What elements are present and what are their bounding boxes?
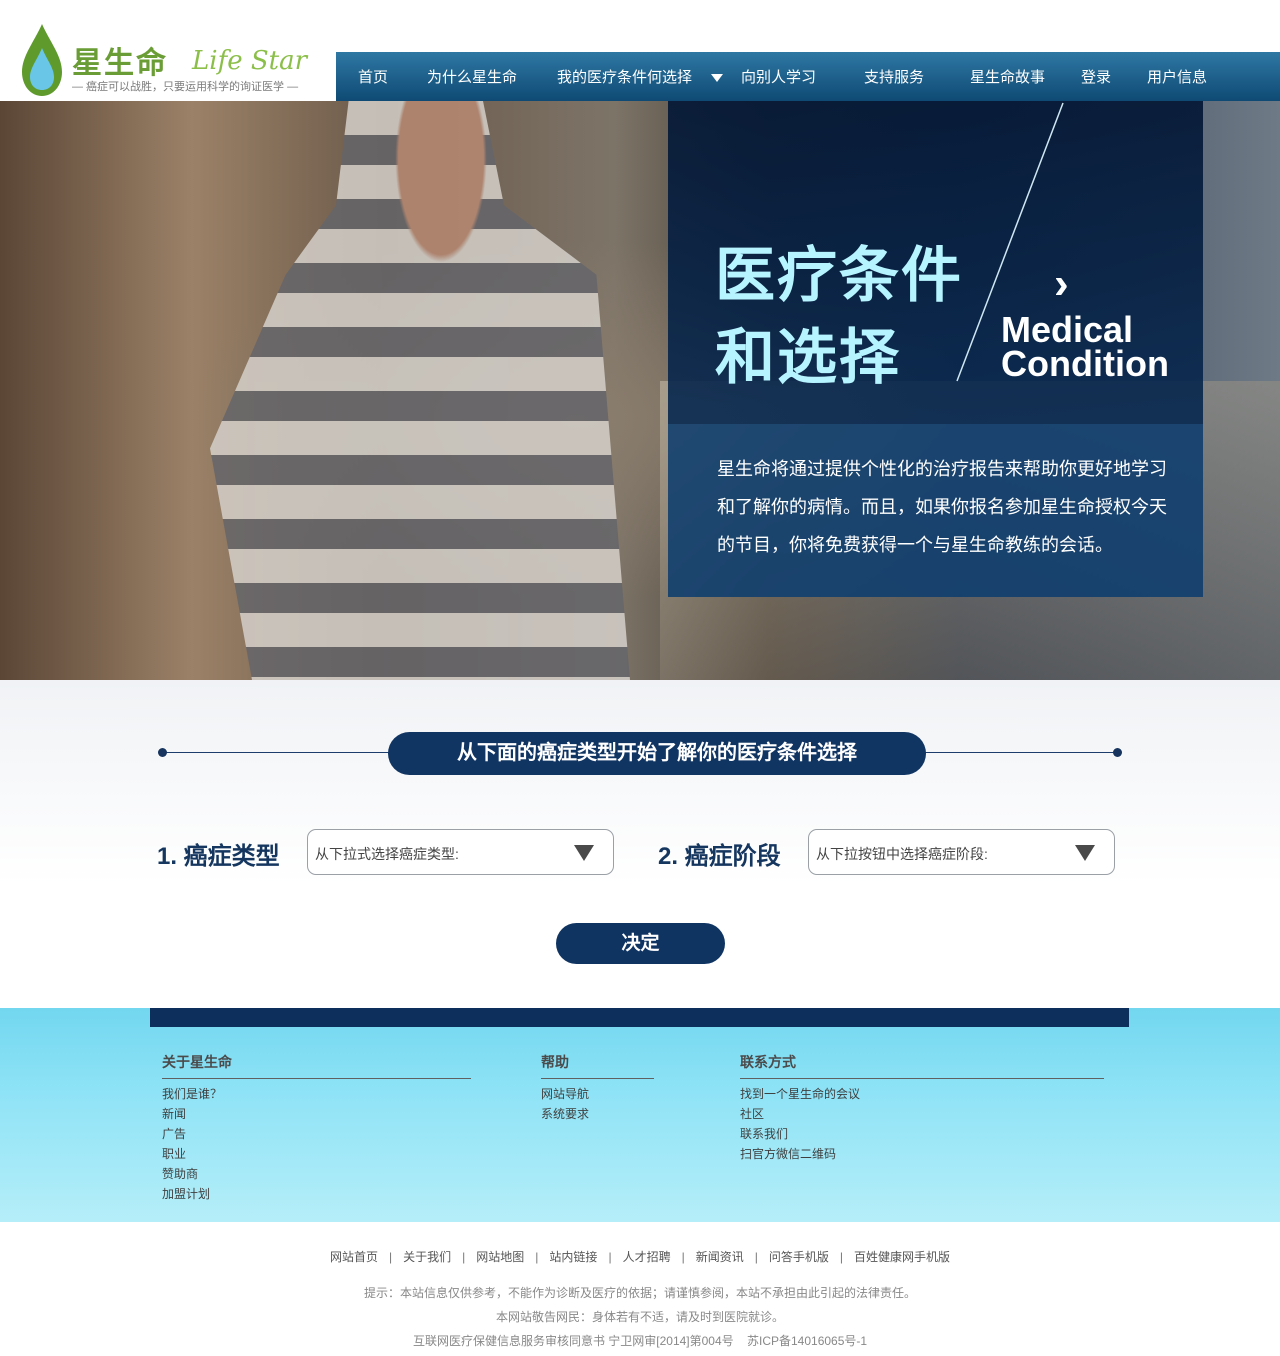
nav-item-stories[interactable]: 星生命故事 <box>970 52 1045 101</box>
footer-link-community[interactable]: 社区 <box>740 1104 1104 1124</box>
footer-link-franchise[interactable]: 加盟计划 <box>162 1184 471 1204</box>
logo-tagline: — 癌症可以战胜，只要运用科学的询证医学 — <box>72 81 299 93</box>
link-separator: | <box>462 1250 466 1264</box>
nav-item-support[interactable]: 支持服务 <box>864 52 924 101</box>
link-separator: | <box>535 1250 539 1264</box>
cancer-type-dropdown[interactable]: 从下拉式选择癌症类型: <box>307 829 614 875</box>
triangle-down-icon[interactable] <box>711 74 723 82</box>
footer-col-about: 关于星生命 我们是谁？ 新闻 广告 职业 赞助商 加盟计划 <box>162 1052 471 1204</box>
rule-dot-right <box>1113 748 1122 757</box>
nav-item-user-info[interactable]: 用户信息 <box>1147 52 1207 101</box>
license-notice: 互联网医疗保健信息服务审核同意书 宁卫网审[2014]第004号 苏ICP备14… <box>412 1334 868 1348</box>
nav-item-why[interactable]: 为什么星生命 <box>427 52 517 101</box>
link-separator: | <box>608 1250 612 1264</box>
hero-en-line2: Condition <box>1001 343 1169 384</box>
footer-heading-about: 关于星生命 <box>162 1052 471 1079</box>
footer-link-careers[interactable]: 职业 <box>162 1144 471 1164</box>
decide-button[interactable]: 决定 <box>556 923 725 964</box>
nav-item-login[interactable]: 登录 <box>1081 52 1111 101</box>
footer-heading-help: 帮助 <box>541 1052 654 1079</box>
hero-title-line1: 医疗条件 <box>715 242 963 309</box>
nav-item-learn[interactable]: 向别人学习 <box>741 52 816 101</box>
step1-label: 1. 癌症类型 <box>157 843 280 870</box>
link-separator: | <box>681 1250 685 1264</box>
footer-link-news[interactable]: 新闻 <box>162 1104 471 1124</box>
disclaimer-notice: 提示：本站信息仅供参考，不能作为诊断及医疗的依据；请谨慎参阅，本站不承担由此引起… <box>363 1286 916 1300</box>
bottom-link-home[interactable]: 网站首页 <box>330 1250 378 1264</box>
step2-label: 2. 癌症阶段 <box>658 843 781 870</box>
hero-description-panel: 星生命将通过提供个性化的治疗报告来帮助你更好地学习和了解你的病情。而且，如果你报… <box>668 424 1203 597</box>
hero-description: 星生命将通过提供个性化的治疗报告来帮助你更好地学习和了解你的病情。而且，如果你报… <box>717 459 1167 555</box>
logo-name-cn: 星生命 <box>72 47 168 80</box>
health-notice: 本网站敬告网民：身体若有不适，请及时到医院就诊。 <box>495 1310 784 1324</box>
cancer-stage-placeholder: 从下拉按钮中选择癌症阶段: <box>816 846 988 862</box>
footer-heading-contact: 联系方式 <box>740 1052 1104 1079</box>
bottom-link-bar: 网站首页 | 关于我们 | 网站地图 | 站内链接 | 人才招聘 | 新闻资讯 | 问答手机版 | 百姓健康… <box>0 1248 1280 1265</box>
cancer-stage-dropdown[interactable]: 从下拉按钮中选择癌症阶段: <box>808 829 1115 875</box>
hero-title-line2: 和选择 <box>715 324 901 391</box>
footer-link-sitemap[interactable]: 网站导航 <box>541 1084 654 1104</box>
footer-link-ads[interactable]: 广告 <box>162 1124 471 1144</box>
link-separator: | <box>754 1250 758 1264</box>
site-logo[interactable]: 星生命 Life Star — 癌症可以战胜，只要运用科学的询证医学 — <box>0 0 336 101</box>
footer-link-wechat[interactable]: 扫官方微信二维码 <box>740 1144 1104 1164</box>
link-separator: | <box>389 1250 393 1264</box>
chevron-right-icon[interactable]: › <box>1054 259 1069 309</box>
bottom-link-qa-mobile[interactable]: 问答手机版 <box>769 1250 829 1264</box>
rule-dot-left <box>158 748 167 757</box>
logo-name-en: Life Star <box>192 46 308 76</box>
footer-link-requirements[interactable]: 系统要求 <box>541 1104 654 1124</box>
link-separator: | <box>839 1250 843 1264</box>
bottom-link-news[interactable]: 新闻资讯 <box>696 1250 744 1264</box>
bottom-link-internal[interactable]: 站内链接 <box>549 1250 597 1264</box>
footer-link-who[interactable]: 我们是谁？ <box>162 1084 471 1104</box>
hero-title: 医疗条件 和选择 <box>715 235 963 399</box>
footer-link-sponsors[interactable]: 赞助商 <box>162 1164 471 1184</box>
hero-en-line1: Medical <box>1001 309 1134 350</box>
hero-title-en: Medical Condition <box>1001 309 1169 384</box>
bottom-link-sitemap[interactable]: 网站地图 <box>476 1250 524 1264</box>
footer-col-contact: 联系方式 找到一个星生命的会议 社区 联系我们 扫官方微信二维码 <box>740 1052 1104 1164</box>
hero-title-panel: 医疗条件 和选择 › Medical Condition <box>668 101 1203 424</box>
dropdown-arrow-icon <box>1075 845 1095 861</box>
bottom-link-jobs[interactable]: 人才招聘 <box>623 1250 671 1264</box>
main-nav: 首页 为什么星生命 我的医疗条件何选择 向别人学习 支持服务 星生命故事 登录 … <box>336 52 1280 101</box>
footer-link-contact[interactable]: 联系我们 <box>740 1124 1104 1144</box>
nav-item-home[interactable]: 首页 <box>358 52 388 101</box>
dropdown-arrow-icon <box>574 845 594 861</box>
bottom-link-health-mobile[interactable]: 百姓健康网手机版 <box>854 1250 950 1264</box>
footer-top-bar <box>150 1008 1129 1027</box>
bottom-link-about[interactable]: 关于我们 <box>403 1250 451 1264</box>
selector-banner: 从下面的癌症类型开始了解你的医疗条件选择 <box>388 732 926 775</box>
nav-item-conditions[interactable]: 我的医疗条件何选择 <box>557 52 692 101</box>
water-drop-icon <box>22 24 62 96</box>
footer-col-help: 帮助 网站导航 系统要求 <box>541 1052 654 1124</box>
footer-link-meeting[interactable]: 找到一个星生命的会议 <box>740 1084 1104 1104</box>
hero-person-shape <box>210 101 630 680</box>
cancer-type-placeholder: 从下拉式选择癌症类型: <box>315 846 459 862</box>
